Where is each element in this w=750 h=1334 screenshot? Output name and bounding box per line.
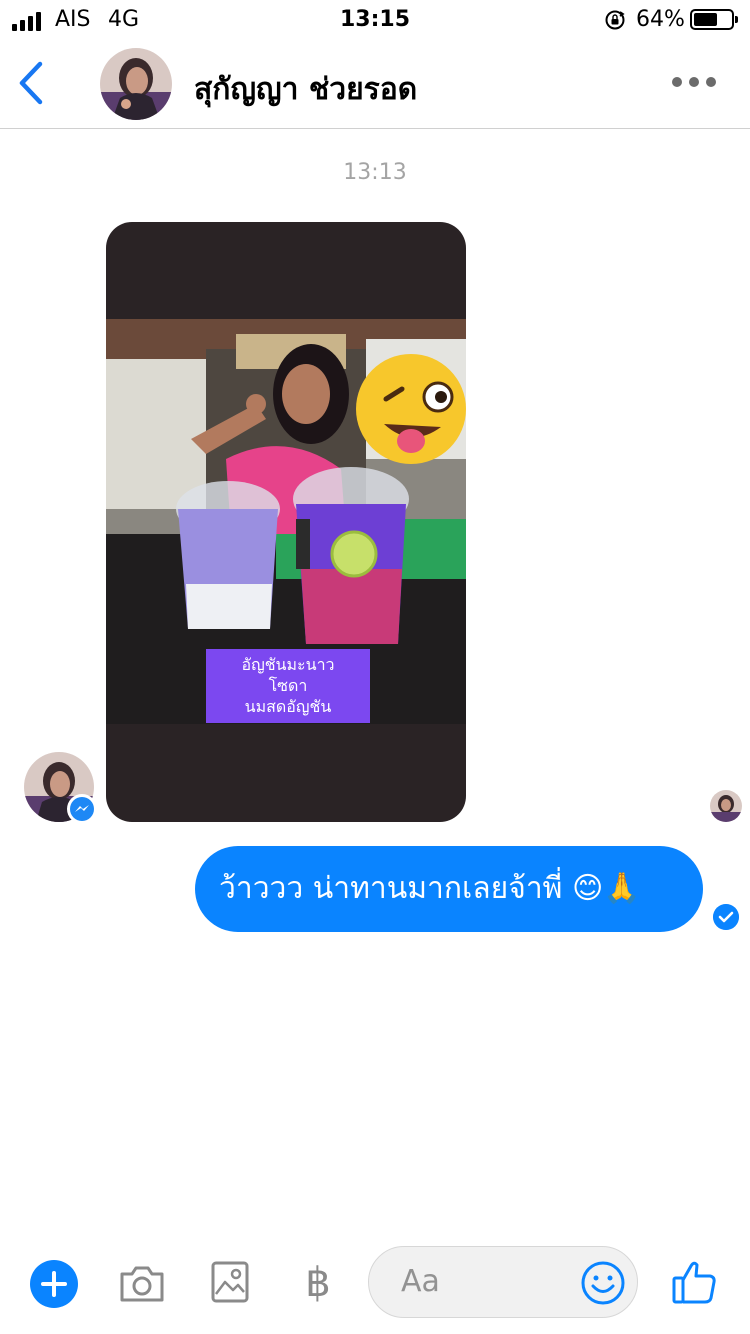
status-bar: AIS 4G 13:15 64% [0,0,750,40]
caption-line: โซดา [268,676,308,695]
back-button[interactable] [14,60,48,106]
thumbs-up-icon[interactable] [670,1258,718,1306]
add-button[interactable] [30,1260,78,1308]
caption-line: นมสดอัญชัน [244,697,332,716]
contact-name[interactable]: สุกัญญา ช่วยรอด [194,66,417,113]
dot-icon [706,77,716,87]
camera-icon[interactable] [118,1262,166,1306]
dot-icon [672,77,682,87]
read-receipt-avatar [710,790,742,822]
battery-percentage: 64% [636,7,685,32]
contact-avatar[interactable] [100,48,172,120]
gallery-icon[interactable] [210,1260,250,1304]
payment-icon[interactable]: ฿ [300,1258,336,1308]
outgoing-message[interactable]: ว้าววว น่าทานมากเลยจ้าพี่ 😊🙏 [195,846,703,932]
message-timestamp: 13:13 [343,160,407,185]
composer-bar: ฿ Aa [0,1230,750,1334]
messenger-badge-icon [67,794,97,824]
emoji-icon[interactable] [580,1260,626,1306]
battery-icon [690,9,738,30]
rotation-lock-icon [605,10,625,30]
messenger-chat-screen: AIS 4G 13:15 64% สุกัญญา ช่วยรอด 13:13 อ… [0,0,750,1334]
photo-caption: อัญชันมะนาว โซดา นมสดอัญชัน [206,649,370,723]
conversation-header: สุกัญญา ช่วยรอด [0,40,750,129]
more-options-button[interactable] [672,70,716,94]
delivered-check-icon [713,904,739,930]
caption-line: อัญชันมะนาว [241,655,335,674]
photo-message[interactable]: อัญชันมะนาว โซดา นมสดอัญชัน [106,222,466,822]
dot-icon [689,77,699,87]
